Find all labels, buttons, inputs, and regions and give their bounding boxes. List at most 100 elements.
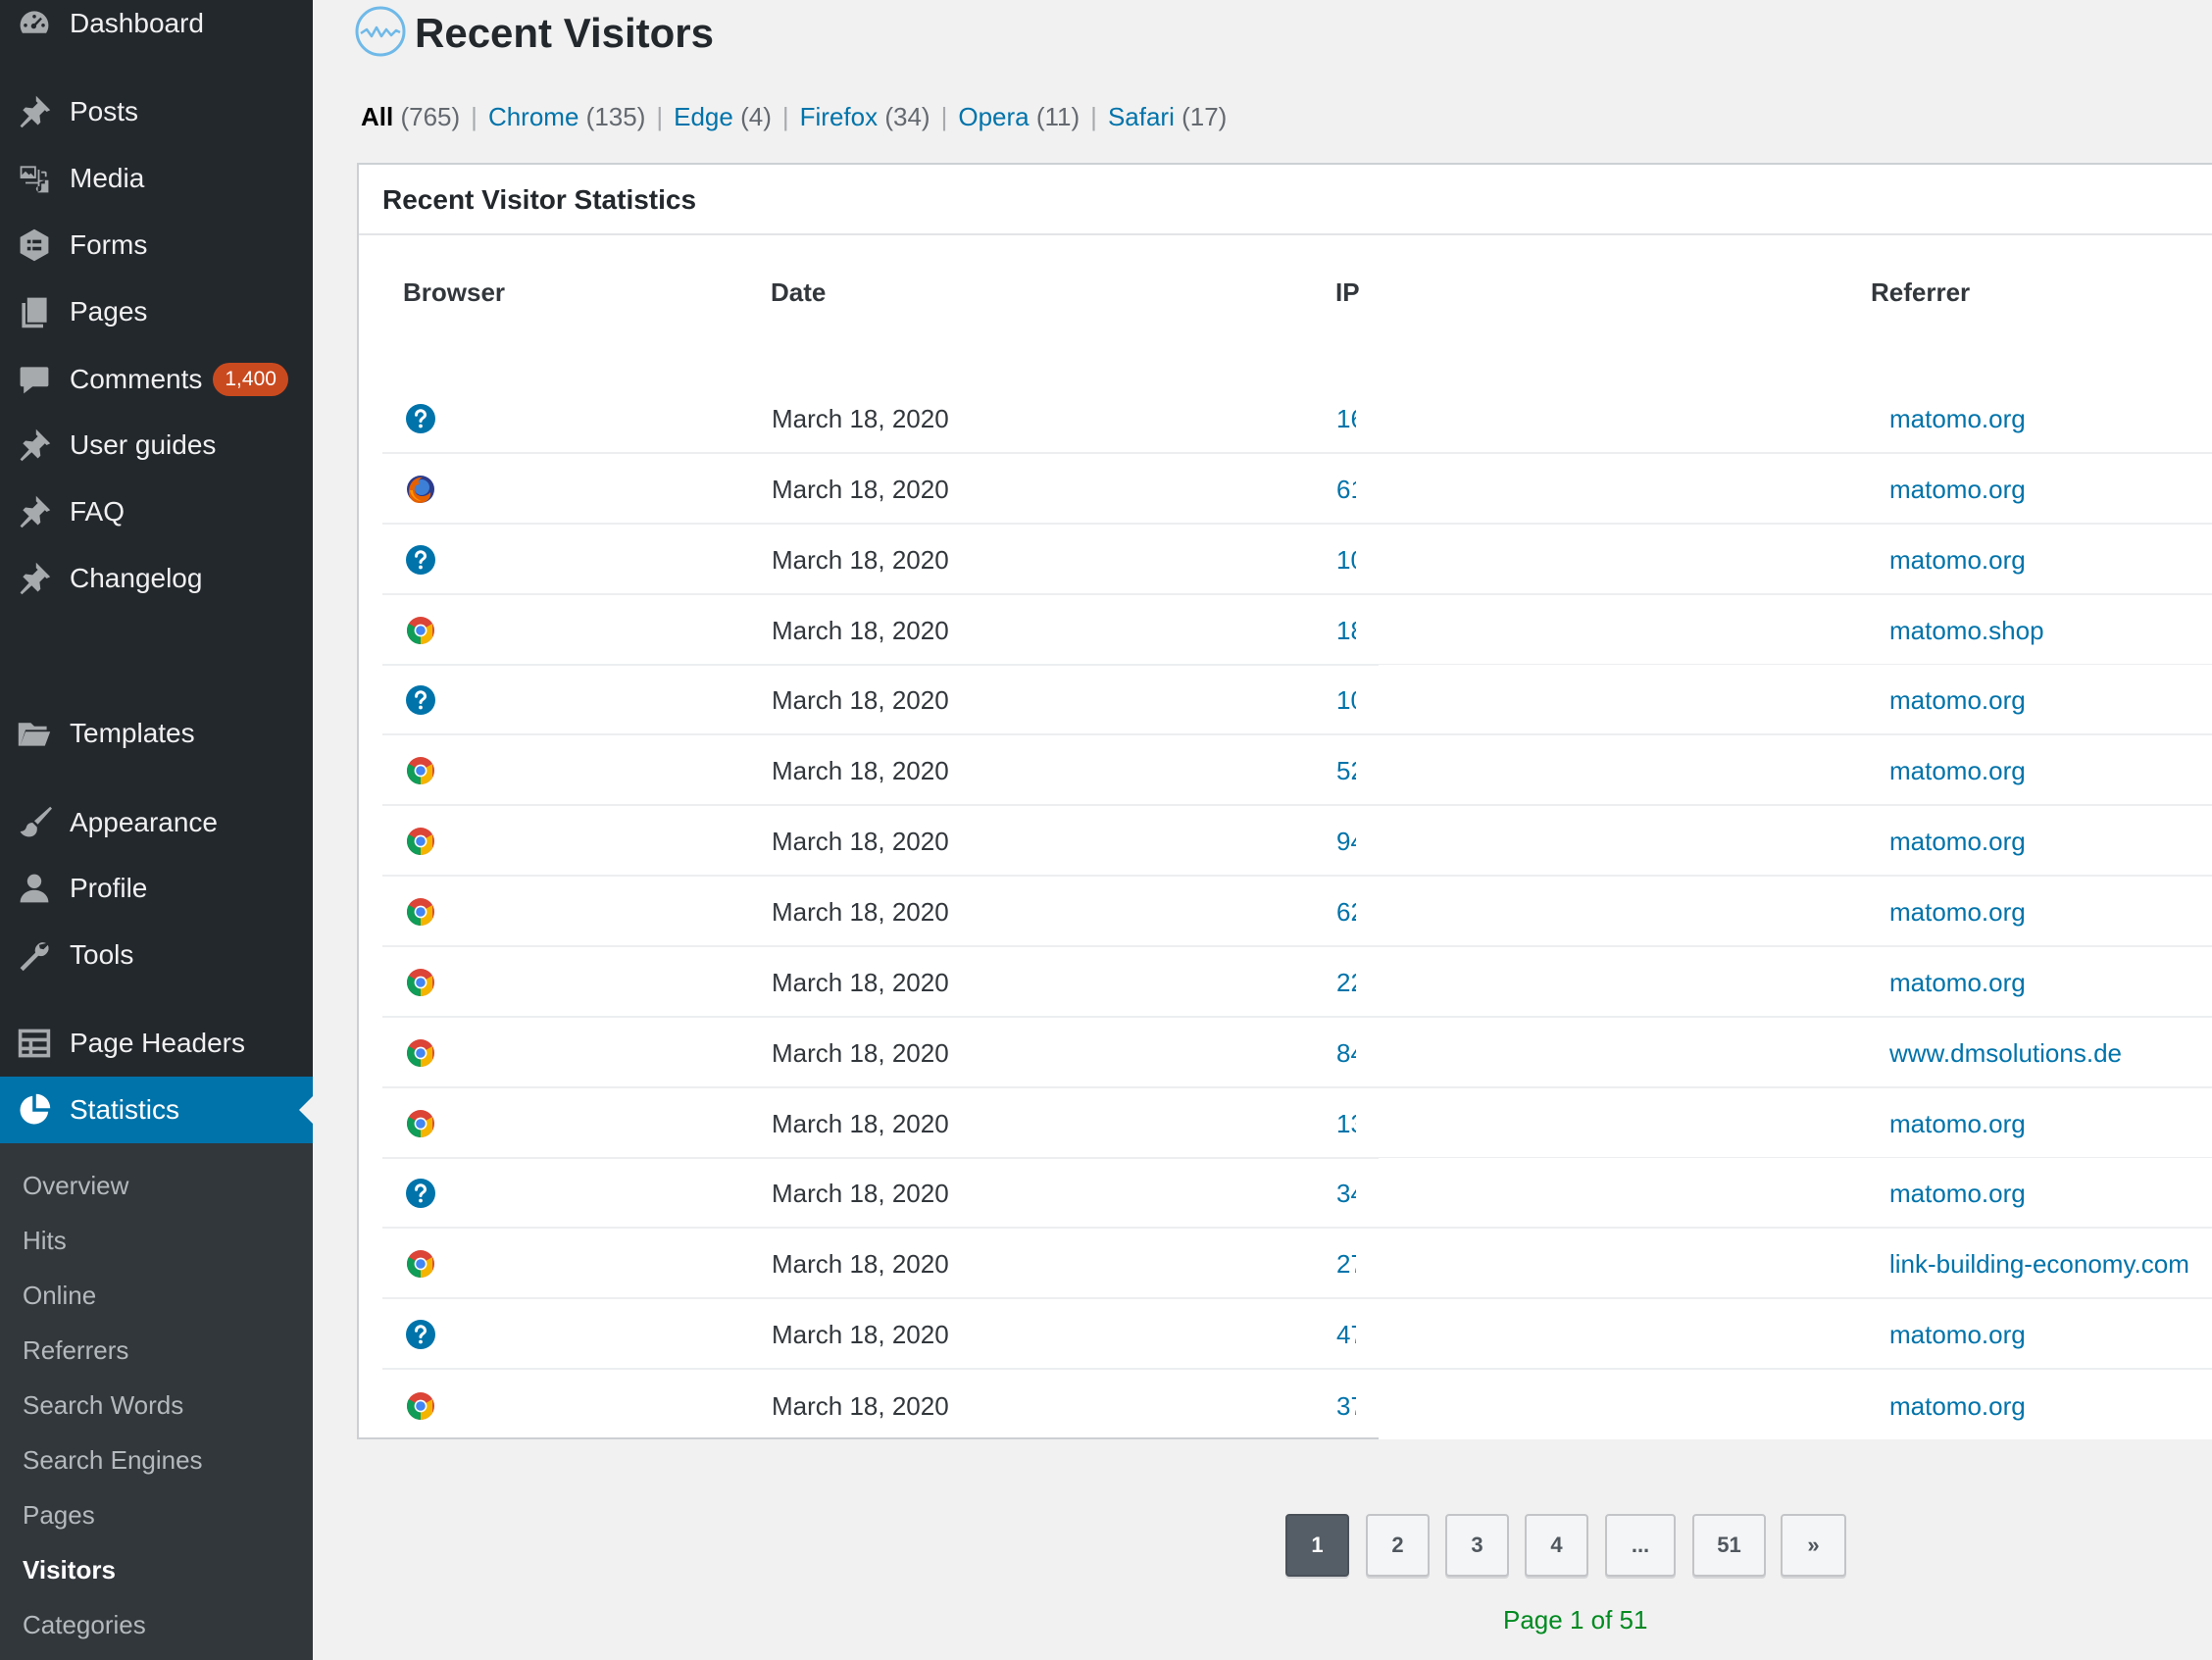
filter-firefox[interactable]: Firefox [800,102,878,131]
menu-profile[interactable]: Profile [0,856,313,921]
visitor-ip-link[interactable]: 27 [1336,1229,1356,1299]
submenu-pages[interactable]: Pages [23,1500,95,1531]
firefox-icon [404,454,437,525]
menu-templates[interactable]: Templates [0,701,313,766]
menu-forms[interactable]: Forms [0,213,313,277]
visitor-ip-link[interactable]: 10 [1336,525,1356,595]
referrer-link[interactable]: matomo.org [1889,1371,2026,1441]
panel-header: Recent Visitor Statistics [359,165,2212,235]
submenu-hits[interactable]: Hits [23,1226,67,1256]
referrer-link[interactable]: matomo.org [1889,1158,2026,1229]
table-row: March 18, 2020 62 matomo.org [382,877,2212,947]
visitor-ip-link[interactable]: 94 [1336,806,1356,877]
table-row: March 18, 2020 52 matomo.org [382,735,2212,806]
referrer-link[interactable]: www.dmsolutions.de [1889,1018,2122,1088]
ip-column-overlay [1379,1371,2212,1439]
menu-label: User guides [70,429,217,460]
visitor-ip-link[interactable]: 18 [1336,595,1356,666]
unknown-browser-icon [404,1299,437,1370]
chrome-icon [404,947,437,1018]
menu-changelog[interactable]: Changelog [0,546,313,611]
submenu-online[interactable]: Online [23,1281,96,1311]
ip-column-overlay [1379,1299,2212,1368]
visitor-ip-link[interactable]: 62 [1336,877,1356,947]
visit-date: March 18, 2020 [772,1108,949,1138]
page-button-3[interactable]: 3 [1445,1514,1509,1577]
visitor-ip-link[interactable]: 22 [1336,947,1356,1018]
page-button-51[interactable]: 51 [1692,1514,1766,1577]
submenu-referrers[interactable]: Referrers [23,1335,128,1366]
visitor-ip-link[interactable]: 47 [1336,1299,1356,1370]
column-header-date: Date [771,277,827,307]
table-row: March 18, 2020 47 matomo.org [382,1299,2212,1370]
table-icon [16,1025,53,1062]
submenu-search-words[interactable]: Search Words [23,1390,183,1421]
filter-all[interactable]: All [361,102,393,131]
ip-column-overlay [1379,947,2212,1016]
visitor-ip-link[interactable]: 37 [1336,1371,1356,1441]
filter-chrome[interactable]: Chrome [488,102,578,131]
page-ellipsis: ... [1605,1514,1676,1577]
menu-comments[interactable]: Comments 1,400 [0,347,313,412]
menu-posts[interactable]: Posts [0,79,313,144]
pin-icon [16,93,53,130]
pie-chart-icon [16,1091,53,1129]
visitor-ip-link[interactable]: 61 [1336,454,1356,525]
referrer-link[interactable]: matomo.org [1889,383,2026,454]
chrome-icon [404,1229,437,1299]
referrer-link[interactable]: link-building-economy.com [1889,1229,2189,1299]
ip-column-overlay [1379,595,2212,664]
menu-tools[interactable]: Tools [0,923,313,987]
visitor-ip-link[interactable]: 13 [1336,1088,1356,1159]
menu-pages[interactable]: Pages [0,279,313,344]
filter-edge[interactable]: Edge [674,102,733,131]
page-button-2[interactable]: 2 [1366,1514,1430,1577]
table-row: March 18, 2020 34 matomo.org [382,1158,2212,1229]
visitor-ip-link[interactable]: 84 [1336,1018,1356,1088]
visitor-ip-link[interactable]: 16 [1336,383,1356,454]
visitor-ip-link[interactable]: 10 [1336,665,1356,735]
referrer-link[interactable]: matomo.org [1889,1299,2026,1370]
visit-date: March 18, 2020 [772,1037,949,1068]
table-row: March 18, 2020 22 matomo.org [382,947,2212,1018]
referrer-link[interactable]: matomo.org [1889,525,2026,595]
pin-icon [16,560,53,597]
filter-opera[interactable]: Opera [958,102,1029,131]
page-button-4[interactable]: 4 [1525,1514,1588,1577]
menu-user-guides[interactable]: User guides [0,413,313,478]
visit-date: March 18, 2020 [772,755,949,785]
menu-appearance[interactable]: Appearance [0,790,313,855]
visitor-ip-link[interactable]: 34 [1336,1158,1356,1229]
visit-date: March 18, 2020 [772,967,949,997]
menu-media[interactable]: Media [0,146,313,211]
referrer-link[interactable]: matomo.org [1889,877,2026,947]
menu-faq[interactable]: FAQ [0,479,313,544]
referrer-link[interactable]: matomo.org [1889,947,2026,1018]
menu-page-headers[interactable]: Page Headers [0,1011,313,1076]
referrer-link[interactable]: matomo.org [1889,1088,2026,1159]
submenu-overview[interactable]: Overview [23,1171,128,1201]
submenu-visitors[interactable]: Visitors [23,1555,116,1585]
referrer-link[interactable]: matomo.org [1889,806,2026,877]
table-row: March 18, 2020 10 matomo.org [382,525,2212,595]
table-row: March 18, 2020 10 matomo.org [382,665,2212,735]
menu-dashboard[interactable]: Dashboard [0,0,313,56]
ip-column-overlay [1379,735,2212,804]
submenu-search-engines[interactable]: Search Engines [23,1445,203,1476]
ip-column-overlay [1379,454,2212,523]
filter-safari[interactable]: Safari [1108,102,1175,131]
referrer-link[interactable]: matomo.shop [1889,595,2044,666]
next-page-button[interactable]: » [1781,1514,1846,1577]
referrer-link[interactable]: matomo.org [1889,454,2026,525]
menu-label: Profile [70,873,148,903]
menu-label: Posts [70,96,139,126]
page-button-1[interactable]: 1 [1285,1514,1349,1577]
menu-statistics[interactable]: Statistics [0,1077,313,1143]
referrer-link[interactable]: matomo.org [1889,735,2026,806]
referrer-link[interactable]: matomo.org [1889,665,2026,735]
user-icon [16,870,53,907]
table-row: March 18, 2020 27 link-building-economy.co… [382,1229,2212,1299]
submenu-categories[interactable]: Categories [23,1610,146,1640]
visitor-ip-link[interactable]: 52 [1336,735,1356,806]
visit-date: March 18, 2020 [772,1178,949,1208]
